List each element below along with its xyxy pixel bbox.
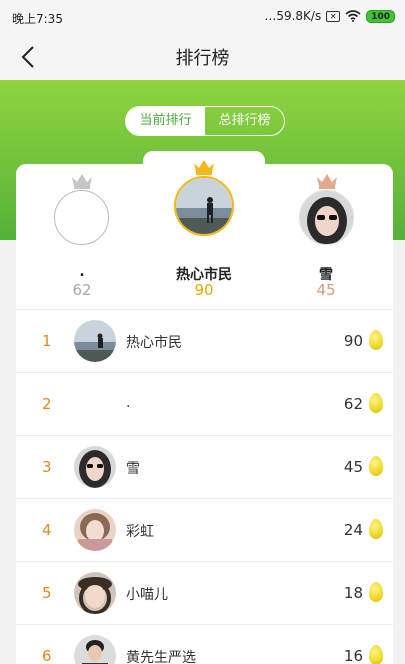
status-time: 晚上7:35 <box>12 12 63 26</box>
ranking-list: 1 热心市民 90 2 . 62 3 雪 45 4 彩虹 24 5 小喵儿 18… <box>16 309 393 664</box>
avatar <box>74 509 116 551</box>
avatar-photo <box>300 191 353 244</box>
egg-icon <box>369 645 383 664</box>
podium-first-score: 90 <box>194 281 214 299</box>
podium-second-score: 62 <box>72 281 92 299</box>
user-name: 彩虹 <box>126 524 154 540</box>
list-item[interactable]: 3 雪 45 <box>16 435 393 498</box>
podium-third-score: 45 <box>316 281 336 299</box>
avatar <box>74 446 116 488</box>
gold-crown-icon <box>194 160 214 175</box>
user-score: 45 <box>343 458 363 476</box>
list-item[interactable]: 1 热心市民 90 <box>16 309 393 372</box>
avatar-photo <box>176 178 232 234</box>
tab-total-ranking[interactable]: 总排行榜 <box>205 107 284 135</box>
rank-number: 1 <box>42 332 52 350</box>
user-score: 90 <box>343 332 363 350</box>
status-bar: 晚上7:35 …59.8K/s ✕ 100 <box>0 0 405 34</box>
battery-icon: 100 <box>366 9 395 23</box>
rank-number: 2 <box>42 395 52 413</box>
egg-icon <box>369 582 383 602</box>
egg-icon <box>369 330 383 350</box>
rank-number: 3 <box>42 458 52 476</box>
status-icons: …59.8K/s ✕ 100 <box>264 9 395 23</box>
egg-icon <box>369 393 383 413</box>
user-name: 雪 <box>126 461 140 477</box>
podium-second-name: . <box>79 264 85 280</box>
egg-icon <box>369 519 383 539</box>
rank-number: 4 <box>42 521 52 539</box>
user-name: . <box>126 395 131 411</box>
avatar <box>54 190 109 245</box>
user-score: 18 <box>343 584 363 602</box>
avatar <box>74 572 116 614</box>
user-score: 24 <box>343 521 363 539</box>
bronze-crown-icon <box>317 174 337 189</box>
avatar <box>74 635 116 664</box>
rank-number: 5 <box>42 584 52 602</box>
page-title: 排行榜 <box>175 48 230 69</box>
list-item[interactable]: 2 . 62 <box>16 372 393 435</box>
user-name: 黄先生严选 <box>126 650 196 664</box>
user-score: 16 <box>343 647 363 664</box>
sim-icon: ✕ <box>326 10 341 22</box>
list-item[interactable]: 5 小喵儿 18 <box>16 561 393 624</box>
wifi-icon <box>345 10 361 22</box>
avatar <box>174 176 234 236</box>
nav-bar: 排行榜 <box>0 34 405 80</box>
network-speed: …59.8K/s <box>264 9 322 23</box>
avatar <box>299 190 354 245</box>
user-name: 热心市民 <box>126 335 182 351</box>
egg-icon <box>369 456 383 476</box>
user-name: 小喵儿 <box>126 587 168 603</box>
list-item[interactable]: 6 黄先生严选 16 <box>16 624 393 664</box>
user-score: 62 <box>343 395 363 413</box>
ranking-tabs: 当前排行 总排行榜 <box>125 106 285 136</box>
avatar <box>74 320 116 362</box>
list-item[interactable]: 4 彩虹 24 <box>16 498 393 561</box>
silver-crown-icon <box>72 174 92 189</box>
tab-current-ranking[interactable]: 当前排行 <box>126 107 205 135</box>
rank-number: 6 <box>42 647 52 664</box>
